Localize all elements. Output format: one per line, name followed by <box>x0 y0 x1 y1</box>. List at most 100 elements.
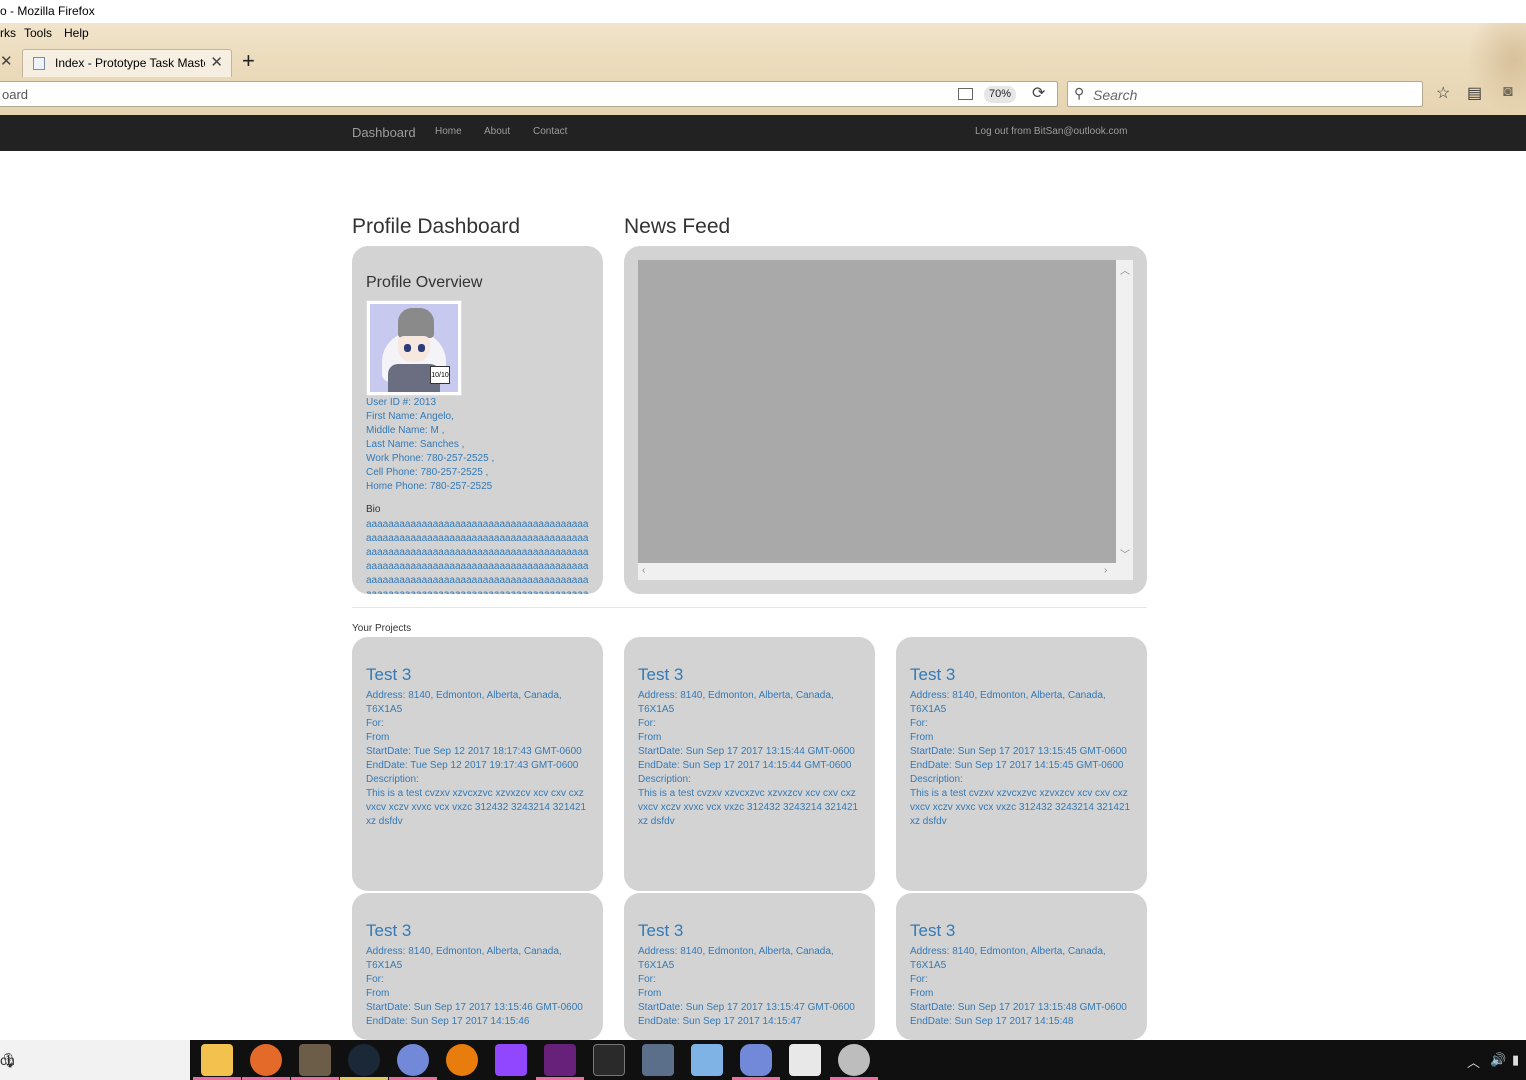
tab-close-icon[interactable]: ✕ <box>210 50 223 76</box>
active-tab[interactable]: Index - Prototype Task Maste ✕ <box>22 49 232 77</box>
virtualbox-icon[interactable] <box>691 1044 723 1076</box>
file-explorer-icon[interactable] <box>193 1044 241 1080</box>
project-address[interactable]: Address: 8140, Edmonton, Alberta, Canada… <box>910 945 1132 973</box>
scroll-down-icon[interactable]: ﹀ <box>1120 546 1130 561</box>
project-address[interactable]: Address: 8140, Edmonton, Alberta, Canada… <box>638 945 860 973</box>
project-start[interactable]: StartDate: Sun Sep 17 2017 13:15:44 GMT-… <box>638 745 860 759</box>
reader-view-icon[interactable] <box>958 88 973 100</box>
microphone-icon[interactable]: 🎙 <box>0 1052 18 1069</box>
pocket-icon[interactable]: ◙ <box>1503 83 1513 101</box>
project-card[interactable]: Test 3 Address: 8140, Edmonton, Alberta, … <box>624 637 875 891</box>
project-title-link[interactable]: Test 3 <box>366 921 411 941</box>
gimp-icon[interactable] <box>291 1044 339 1080</box>
project-title-link[interactable]: Test 3 <box>910 921 955 941</box>
logout-link[interactable]: Log out from BitSan@outlook.com <box>975 126 1127 137</box>
user-id-field[interactable]: User ID #: 2013 <box>366 397 436 408</box>
project-from[interactable]: From <box>638 987 860 1001</box>
project-start[interactable]: StartDate: Sun Sep 17 2017 13:15:45 GMT-… <box>910 745 1132 759</box>
project-end[interactable]: EndDate: Sun Sep 17 2017 14:15:48 <box>910 1015 1132 1029</box>
obs-icon[interactable] <box>830 1044 878 1080</box>
project-for[interactable]: For: <box>638 717 860 731</box>
project-from[interactable]: From <box>366 731 588 745</box>
project-start[interactable]: StartDate: Sun Sep 17 2017 13:15:46 GMT-… <box>366 1001 588 1015</box>
url-text[interactable]: oard <box>2 87 28 102</box>
middle-name-field[interactable]: Middle Name: M , <box>366 425 444 436</box>
project-card[interactable]: Test 3 Address: 8140, Edmonton, Alberta, … <box>896 637 1147 891</box>
navbar-brand-dashboard[interactable]: Dashboard <box>352 125 416 140</box>
project-end[interactable]: EndDate: Sun Sep 17 2017 14:15:46 <box>366 1015 588 1029</box>
horizontal-scrollbar[interactable]: ‹ › <box>638 563 1116 580</box>
nav-link-about[interactable]: About <box>484 126 510 137</box>
battery-icon[interactable]: ▮ <box>1512 1052 1519 1068</box>
snipping-tool-icon[interactable] <box>642 1044 674 1076</box>
bio-text[interactable]: aaaaaaaaaaaaaaaaaaaaaaaaaaaaaaaaaaaaaaaa… <box>366 518 589 594</box>
mail-icon[interactable] <box>789 1044 821 1076</box>
project-card[interactable]: Test 3 Address: 8140, Edmonton, Alberta, … <box>896 893 1147 1040</box>
scroll-left-icon[interactable]: ‹ <box>642 565 645 576</box>
firefox-icon[interactable] <box>242 1044 290 1080</box>
vertical-scrollbar[interactable]: ︿ ﹀ <box>1116 260 1133 563</box>
project-desc-label[interactable]: Description: <box>638 773 860 787</box>
project-address[interactable]: Address: 8140, Edmonton, Alberta, Canada… <box>366 945 588 973</box>
taskbar-search-box[interactable]: ch 🎙 <box>0 1040 190 1080</box>
project-desc-label[interactable]: Description: <box>366 773 588 787</box>
steam-icon[interactable] <box>340 1044 388 1080</box>
project-from[interactable]: From <box>910 731 1132 745</box>
project-for[interactable]: For: <box>910 973 1132 987</box>
nav-link-contact[interactable]: Contact <box>533 126 567 137</box>
project-for[interactable]: For: <box>638 973 860 987</box>
new-tab-plus-icon[interactable]: + <box>242 47 255 75</box>
project-address[interactable]: Address: 8140, Edmonton, Alberta, Canada… <box>638 689 860 717</box>
project-card[interactable]: Test 3 Address: 8140, Edmonton, Alberta, … <box>352 893 603 1040</box>
scroll-up-icon[interactable]: ︿ <box>1120 262 1130 277</box>
project-desc-label[interactable]: Description: <box>910 773 1132 787</box>
volume-icon[interactable]: 🔊 <box>1490 1052 1506 1068</box>
project-title-link[interactable]: Test 3 <box>910 665 955 685</box>
menu-tools[interactable]: Tools <box>24 23 52 43</box>
zoom-level-badge[interactable]: 70% <box>984 86 1016 103</box>
menu-help[interactable]: Help <box>64 23 89 43</box>
project-desc[interactable]: This is a test cvzxv xzvcxzvc xzvxzcv xc… <box>910 787 1132 829</box>
project-card[interactable]: Test 3 Address: 8140, Edmonton, Alberta, … <box>624 893 875 1040</box>
cell-phone-field[interactable]: Cell Phone: 780-257-2525 , <box>366 467 488 478</box>
project-start[interactable]: StartDate: Tue Sep 12 2017 18:17:43 GMT-… <box>366 745 588 759</box>
project-title-link[interactable]: Test 3 <box>366 665 411 685</box>
nav-link-home[interactable]: Home <box>435 126 462 137</box>
epic-games-icon[interactable] <box>593 1044 625 1076</box>
close-tab-icon[interactable]: ✕ <box>0 49 13 75</box>
blender-icon[interactable] <box>446 1044 478 1076</box>
last-name-field[interactable]: Last Name: Sanches , <box>366 439 464 450</box>
project-for[interactable]: For: <box>366 973 588 987</box>
search-placeholder[interactable]: Search <box>1093 87 1137 103</box>
discord-app-icon[interactable] <box>389 1044 437 1080</box>
project-from[interactable]: From <box>910 987 1132 1001</box>
twitch-icon[interactable] <box>495 1044 527 1076</box>
home-phone-field[interactable]: Home Phone: 780-257-2525 <box>366 481 492 492</box>
project-from[interactable]: From <box>638 731 860 745</box>
project-end[interactable]: EndDate: Sun Sep 17 2017 14:15:45 GMT-06… <box>910 759 1132 773</box>
bookmark-star-icon[interactable]: ☆ <box>1436 83 1450 103</box>
project-start[interactable]: StartDate: Sun Sep 17 2017 13:15:48 GMT-… <box>910 1001 1132 1015</box>
first-name-field[interactable]: First Name: Angelo, <box>366 411 454 422</box>
library-icon[interactable]: ▤ <box>1467 83 1482 103</box>
search-bar[interactable]: ⚲ Search <box>1067 81 1423 107</box>
project-desc[interactable]: This is a test cvzxv xzvcxzvc xzvxzcv xc… <box>366 787 588 829</box>
work-phone-field[interactable]: Work Phone: 780-257-2525 , <box>366 453 494 464</box>
menu-bookmarks[interactable]: rks <box>0 23 16 43</box>
project-address[interactable]: Address: 8140, Edmonton, Alberta, Canada… <box>366 689 588 717</box>
visual-studio-icon[interactable] <box>536 1044 584 1080</box>
project-title-link[interactable]: Test 3 <box>638 921 683 941</box>
project-desc[interactable]: This is a test cvzxv xzvcxzvc xzvxzcv xc… <box>638 787 860 829</box>
project-end[interactable]: EndDate: Sun Sep 17 2017 14:15:47 <box>638 1015 860 1029</box>
project-for[interactable]: For: <box>366 717 588 731</box>
reload-icon[interactable]: ⟳ <box>1032 83 1045 103</box>
project-start[interactable]: StartDate: Sun Sep 17 2017 13:15:47 GMT-… <box>638 1001 860 1015</box>
project-title-link[interactable]: Test 3 <box>638 665 683 685</box>
project-from[interactable]: From <box>366 987 588 1001</box>
project-address[interactable]: Address: 8140, Edmonton, Alberta, Canada… <box>910 689 1132 717</box>
address-bar[interactable]: oard 70% ⟳ <box>0 81 1058 107</box>
scroll-right-icon[interactable]: › <box>1104 565 1107 576</box>
project-end[interactable]: EndDate: Tue Sep 12 2017 19:17:43 GMT-06… <box>366 759 588 773</box>
project-for[interactable]: For: <box>910 717 1132 731</box>
news-feed-scroll-area[interactable]: ︿ ﹀ ‹ › <box>638 260 1133 580</box>
